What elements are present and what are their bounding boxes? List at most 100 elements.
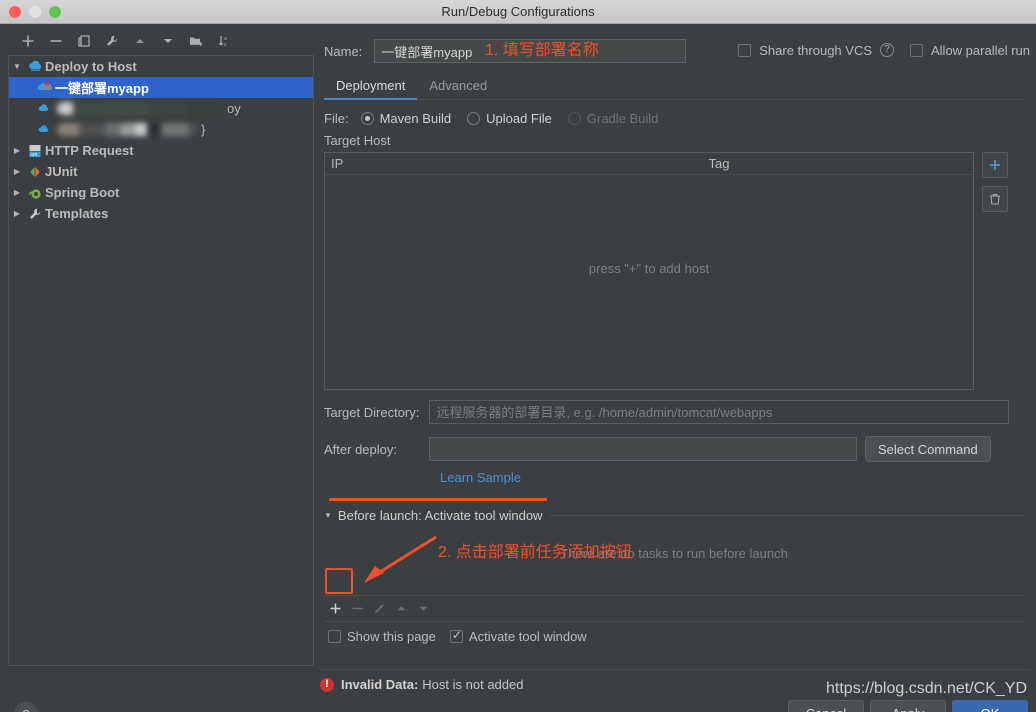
name-input[interactable] [374,39,687,63]
tab-advanced[interactable]: Advanced [417,78,499,99]
remove-configuration-button[interactable] [44,30,68,52]
tree-item-yijian-deploy-myapp[interactable]: 一键部署myapp [9,77,313,98]
remove-task-button [346,598,368,620]
tree-item-redacted-2[interactable]: } [9,119,313,140]
select-command-button[interactable]: Select Command [865,436,991,462]
move-down-button[interactable] [156,30,180,52]
cancel-button[interactable]: Cancel [788,700,864,712]
vcs-options-group: Share through VCS ? Allow parallel run [738,38,1030,62]
close-window-button[interactable] [9,6,21,18]
tree-item-label-tail: } [201,122,206,137]
radio-upload-file-label: Upload File [486,110,552,126]
tree-item-label-redacted [57,102,225,115]
after-deploy-input[interactable] [429,437,857,461]
chevron-right-icon[interactable] [9,182,25,203]
apply-button[interactable]: Apply [870,700,946,712]
error-title: Invalid Data: [341,677,419,692]
chevron-right-icon[interactable] [9,140,25,161]
file-label: File: [324,110,349,126]
validation-status-bar: ! Invalid Data: Host is not added [320,669,1030,699]
target-host-side-toolbar [982,152,1008,212]
tree-item-deploy-to-host[interactable]: Deploy to Host [9,56,313,77]
tree-item-junit[interactable]: JUnit [9,161,313,182]
move-task-down-button [412,598,434,620]
junit-icon [25,161,45,182]
dialog-action-buttons: Cancel Apply OK [788,700,1028,712]
share-through-vcs-checkbox[interactable] [738,43,752,57]
copy-configuration-button[interactable] [72,30,96,52]
editor-tabs: Deployment Advanced [324,72,1024,100]
allow-parallel-run-label: Allow parallel run [931,42,1030,58]
wrench-icon [25,203,45,224]
learn-sample-link[interactable]: Learn Sample [440,470,521,485]
activate-tool-window-label: Activate tool window [468,628,587,644]
svg-text:API: API [30,152,37,157]
target-directory-row: Target Directory: [324,400,1024,424]
deploy-icon [35,119,55,140]
column-header-ip: IP [331,156,344,171]
configurations-tree[interactable]: Deploy to Host 一键部署myapp [8,55,314,666]
show-this-page-label: Show this page [347,628,436,644]
tree-item-label: HTTP Request [45,143,134,158]
tree-item-http-request[interactable]: API HTTP Request [9,140,313,161]
radio-gradle-build-label: Gradle Build [586,110,659,126]
minimize-window-button[interactable] [29,6,41,18]
before-launch-task-list[interactable]: There are no tasks to run before launch [324,528,1024,596]
ok-button[interactable]: OK [952,700,1028,712]
annotation-underline [329,498,547,501]
folder-add-icon[interactable] [184,30,208,52]
target-host-table-header: IP Tag [325,153,973,175]
target-host-empty-text: press "+" to add host [588,261,710,276]
tree-item-label: JUnit [45,164,78,179]
radio-upload-file[interactable] [467,111,481,125]
after-deploy-label: After deploy: [324,441,397,457]
tab-deployment[interactable]: Deployment [324,78,418,100]
name-label: Name: [324,43,363,59]
svg-text:z: z [224,42,227,48]
add-task-button[interactable] [324,598,346,620]
chevron-right-icon[interactable] [9,203,25,224]
move-up-button[interactable] [128,30,152,52]
wrench-icon[interactable] [100,30,124,52]
help-button[interactable]: ? [14,702,38,712]
before-launch-empty-text: There are no tasks to run before launch [560,546,788,561]
delete-host-button[interactable] [982,186,1008,212]
column-header-tag: Tag [708,156,730,171]
add-host-button[interactable] [982,152,1008,178]
activate-tool-window-checkbox[interactable] [449,628,463,643]
radio-maven-build[interactable] [360,111,374,125]
maximize-window-button[interactable] [49,6,61,18]
dialog-body: a z Deploy to Host [0,24,1036,712]
radio-gradle-build [567,111,581,125]
chevron-down-icon[interactable]: ▼ [324,511,332,520]
target-directory-input[interactable] [429,400,1010,424]
error-message: Host is not added [422,677,524,692]
sort-alpha-icon[interactable]: a z [212,30,236,52]
tree-item-label: Spring Boot [45,185,120,200]
deploy-icon [35,98,55,119]
radio-maven-build-label: Maven Build [379,110,452,126]
share-through-vcs-label: Share through VCS [759,42,872,58]
after-deploy-row: After deploy: Select Command [324,436,1024,462]
cloud-deploy-icon [25,56,45,77]
error-icon: ! [320,677,334,692]
tree-item-redacted-1[interactable]: oy [9,98,313,119]
tree-item-templates[interactable]: Templates [9,203,313,224]
target-host-table[interactable]: IP Tag press "+" to add host [324,152,974,390]
chevron-right-icon[interactable] [9,161,25,182]
configurations-panel: a z Deploy to Host [8,28,314,668]
configuration-editor-panel: Name: Share through VCS ? Allow parallel… [320,28,1030,668]
add-configuration-button[interactable] [16,30,40,52]
allow-parallel-run-checkbox[interactable] [910,43,923,57]
deploy-error-icon [35,77,55,98]
chevron-down-icon[interactable] [9,56,25,77]
tree-item-label-tail: oy [227,101,241,116]
spring-boot-icon [25,182,45,203]
target-directory-label: Target Directory: [324,404,420,420]
before-launch-header[interactable]: ▼ Before launch: Activate tool window [324,504,1024,526]
help-icon[interactable]: ? [880,43,894,57]
tree-item-spring-boot[interactable]: Spring Boot [9,182,313,203]
window-controls [9,6,61,18]
target-host-label: Target Host [324,133,391,148]
show-this-page-checkbox[interactable] [328,629,341,643]
